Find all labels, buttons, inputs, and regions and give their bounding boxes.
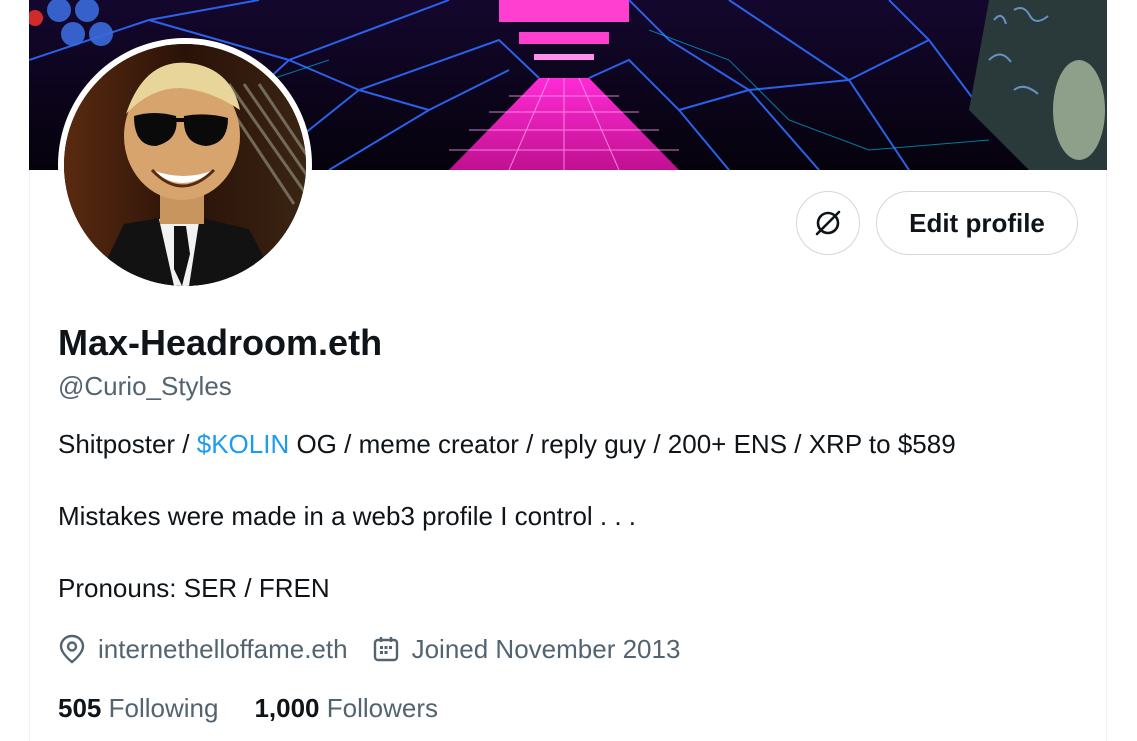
edit-profile-button[interactable]: Edit profile	[876, 191, 1078, 255]
bio-line-2: Mistakes were made in a web3 profile I c…	[58, 501, 637, 531]
follow-stats: 505 Following 1,000 Followers	[58, 692, 438, 724]
avatar-image	[64, 44, 306, 286]
bio-line-1: Shitposter / $KOLIN OG / meme creator / …	[58, 428, 956, 460]
bio-text: Shitposter /	[58, 429, 197, 459]
avatar[interactable]	[58, 38, 312, 292]
no-sign-icon	[815, 210, 841, 236]
following-label: Following	[101, 693, 219, 723]
following-link[interactable]: 505 Following	[58, 692, 218, 724]
following-count: 505	[58, 693, 102, 723]
profile-meta: internethelloffame.eth Joined November 2…	[58, 630, 680, 668]
bio-line-3: Pronouns: SER / FREN	[58, 573, 330, 603]
more-options-button[interactable]	[796, 191, 860, 255]
joined-item: Joined November 2013	[372, 633, 681, 665]
location-item: internethelloffame.eth	[58, 634, 348, 665]
joined-date-text: Joined November 2013	[411, 633, 681, 664]
followers-count: 1,000	[254, 693, 320, 723]
edit-profile-label: Edit profile	[909, 207, 1045, 238]
location-pin-icon	[59, 634, 85, 664]
bio-text: OG / meme creator / reply guy / 200+ ENS…	[289, 429, 956, 459]
followers-link[interactable]: 1,000 Followers	[254, 692, 438, 724]
user-handle: @Curio_Styles	[58, 371, 232, 401]
location-text: internethelloffame.eth	[98, 633, 348, 664]
calendar-icon	[373, 637, 398, 662]
followers-label: Followers	[319, 693, 439, 723]
cashtag-link[interactable]: $KOLIN	[197, 429, 290, 459]
display-name: Max-Headroom.eth	[58, 322, 383, 363]
